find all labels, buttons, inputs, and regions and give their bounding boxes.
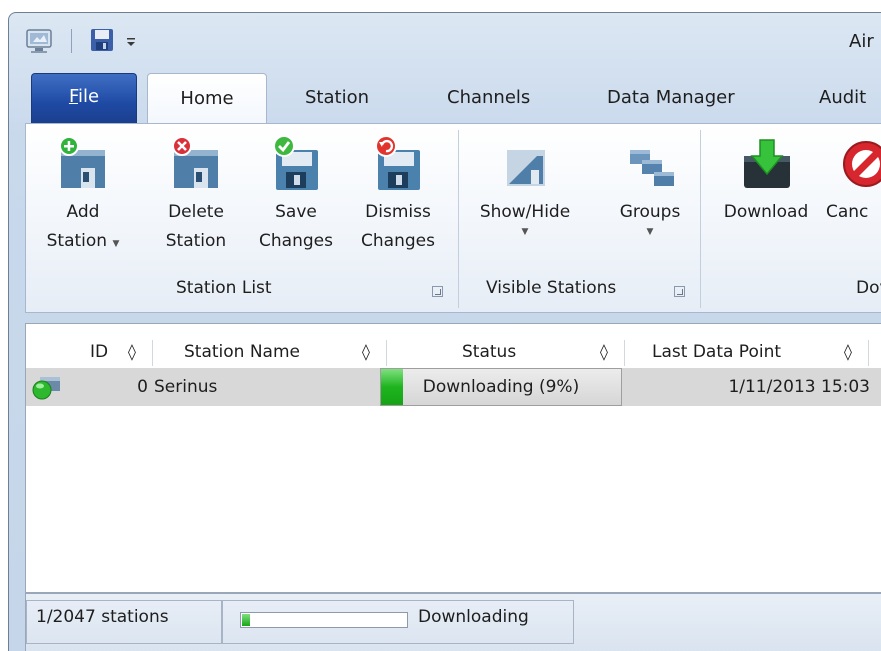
customize-dropdown-icon[interactable]: [125, 33, 137, 53]
dismiss-changes-label-1: Dismiss: [365, 202, 431, 222]
dismiss-changes-icon: [375, 135, 420, 190]
cell-last-data-point: 1/11/2013 15:03: [728, 377, 870, 397]
cancel-icon: [843, 141, 881, 187]
download-label: Download: [723, 202, 809, 222]
column-header-status[interactable]: Status: [462, 336, 516, 368]
ribbon-tabs: File Home Station Channels Data Manager …: [9, 73, 881, 125]
dismiss-changes-button[interactable]: Dismiss Changes: [350, 134, 446, 256]
download-icon: [744, 139, 790, 188]
dropdown-arrow-icon: ▼: [112, 239, 120, 249]
dismiss-changes-label-2: Changes: [361, 231, 435, 251]
tab-audit[interactable]: Audit: [819, 87, 866, 108]
tab-channels[interactable]: Channels: [447, 87, 530, 108]
tab-home[interactable]: Home: [147, 73, 267, 125]
window-title: Air: [849, 31, 874, 52]
dropdown-arrow-icon: ▼: [646, 227, 654, 237]
group-separator: [700, 130, 701, 308]
add-station-button[interactable]: Add Station ▼: [42, 134, 124, 256]
sort-icon[interactable]: ◊: [128, 336, 136, 368]
groups-icon: [630, 150, 674, 186]
show-hide-button[interactable]: Show/Hide ▼: [470, 134, 580, 237]
station-status-icon: [32, 376, 62, 400]
group-label-visible-stations: Visible Stations: [486, 278, 617, 298]
status-progress-bar: [240, 612, 408, 628]
status-progress-fill: [242, 614, 251, 626]
group-label-download: Dov: [856, 278, 881, 298]
status-progress-bar: Downloading (9%): [380, 368, 622, 406]
table-row[interactable]: 0 Serinus Downloading (9%) 1/11/2013 15:…: [26, 368, 881, 406]
app-window: Air File Home Station Channels Data Mana…: [8, 12, 881, 651]
cell-station-name: Serinus: [154, 377, 218, 397]
sort-icon[interactable]: ◊: [600, 336, 608, 368]
save-changes-label-1: Save: [275, 202, 317, 222]
column-separator[interactable]: [152, 340, 153, 366]
station-list-launcher-icon[interactable]: [432, 286, 443, 297]
sort-icon[interactable]: ◊: [362, 336, 370, 368]
station-count: 1/2047 stations: [36, 607, 169, 627]
save-changes-label-2: Changes: [259, 231, 333, 251]
station-grid: ID ◊ Station Name ◊ Status ◊ Last Data P…: [25, 323, 881, 593]
groups-label: Groups: [619, 202, 681, 222]
add-station-icon: [59, 136, 105, 188]
tab-file[interactable]: File: [31, 73, 137, 123]
column-header-id[interactable]: ID: [90, 336, 108, 368]
group-separator: [458, 130, 459, 308]
group-label-station-list: Station List: [176, 278, 272, 298]
add-station-label-1: Add: [66, 202, 100, 222]
column-separator[interactable]: [624, 340, 625, 366]
delete-station-label-1: Delete: [168, 202, 224, 222]
toolbar-separator: [71, 29, 72, 53]
status-bar: 1/2047 stations Downloading: [25, 593, 881, 651]
groups-button[interactable]: Groups ▼: [608, 134, 692, 237]
grid-header: ID ◊ Station Name ◊ Status ◊ Last Data P…: [26, 336, 881, 368]
visible-stations-launcher-icon[interactable]: [674, 286, 685, 297]
delete-station-label-2: Station: [165, 231, 227, 251]
computer-icon[interactable]: [25, 27, 55, 60]
column-header-last-data-point[interactable]: Last Data Point: [652, 336, 781, 368]
status-activity: Downloading: [418, 607, 529, 627]
tab-file-mnemonic: F: [68, 86, 78, 107]
column-header-station-name[interactable]: Station Name: [184, 336, 300, 368]
cancel-label: Canc: [826, 202, 869, 222]
show-hide-label: Show/Hide: [479, 202, 571, 222]
delete-station-button[interactable]: Delete Station: [156, 134, 236, 256]
column-separator[interactable]: [386, 340, 387, 366]
cancel-button[interactable]: Canc: [826, 134, 881, 227]
cell-status: Downloading (9%): [422, 377, 580, 397]
delete-station-icon: [172, 136, 218, 188]
cell-id: 0: [137, 377, 148, 397]
sort-icon[interactable]: ◊: [844, 336, 852, 368]
add-station-label-2: Station ▼: [42, 227, 124, 256]
tab-file-label: ile: [77, 86, 100, 107]
dropdown-arrow-icon: ▼: [521, 227, 529, 237]
tab-data-manager[interactable]: Data Manager: [607, 87, 735, 108]
ribbon-panel: Add Station ▼ Delete Station Save Change…: [25, 123, 881, 313]
save-changes-icon: [273, 135, 318, 190]
title-bar: Air: [9, 13, 881, 65]
column-separator[interactable]: [868, 340, 869, 366]
show-hide-icon: [507, 150, 545, 186]
save-changes-button[interactable]: Save Changes: [248, 134, 344, 256]
tab-station[interactable]: Station: [305, 87, 369, 108]
download-button[interactable]: Download: [712, 134, 820, 227]
add-station-label-text: Station: [46, 231, 108, 251]
save-icon[interactable]: [89, 27, 115, 58]
